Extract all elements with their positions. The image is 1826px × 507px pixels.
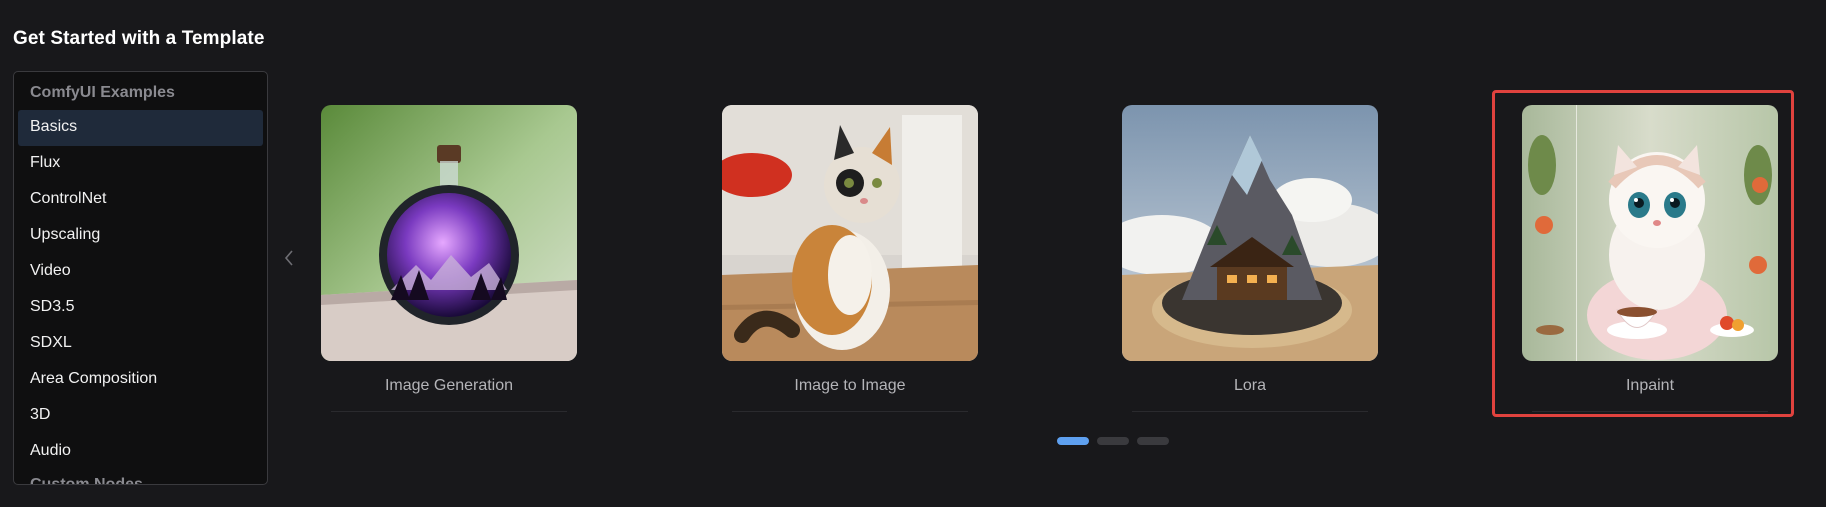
template-card-lora[interactable]: Lora [1122,105,1378,412]
sidebar-item-audio[interactable]: Audio [18,434,263,470]
sidebar-group-comfyui-examples: ComfyUI Examples [30,84,175,101]
sidebar-item-video[interactable]: Video [18,254,263,290]
page-indicator-1[interactable] [1057,437,1089,445]
sidebar-item-sd35[interactable]: SD3.5 [18,290,263,326]
sidebar-item-basics[interactable]: Basics [18,110,263,146]
template-card-label: Image Generation [331,361,567,412]
sidebar-item-area-composition[interactable]: Area Composition [18,362,263,398]
mountain-house-image [1122,105,1378,361]
bottle-galaxy-image [321,105,577,361]
carousel-pagination [1057,437,1169,445]
sidebar-item-sdxl[interactable]: SDXL [18,326,263,362]
sidebar-item-upscaling[interactable]: Upscaling [18,218,263,254]
template-category-sidebar[interactable]: ComfyUI Examples Basics Flux ControlNet … [13,71,268,485]
template-card-label: Image to Image [732,361,968,412]
sidebar-item-controlnet[interactable]: ControlNet [18,182,263,218]
template-browser: Get Started with a Template ComfyUI Exam… [0,0,1826,507]
sidebar-group-custom-nodes: Custom Nodes [30,476,143,485]
chevron-left-icon[interactable] [280,246,298,270]
template-card-inpaint[interactable]: Inpaint [1522,105,1778,412]
page-indicator-2[interactable] [1097,437,1129,445]
template-card-image-generation[interactable]: Image Generation [321,105,577,412]
white-kitten-tea-image [1522,105,1778,361]
sidebar-item-flux[interactable]: Flux [18,146,263,182]
template-card-label: Inpaint [1532,361,1768,412]
sidebar-item-3d[interactable]: 3D [18,398,263,434]
page-title: Get Started with a Template [13,28,265,49]
template-card-label: Lora [1132,361,1368,412]
template-card-image-to-image[interactable]: Image to Image [722,105,978,412]
page-indicator-3[interactable] [1137,437,1169,445]
cat-sitting-image [722,105,978,361]
